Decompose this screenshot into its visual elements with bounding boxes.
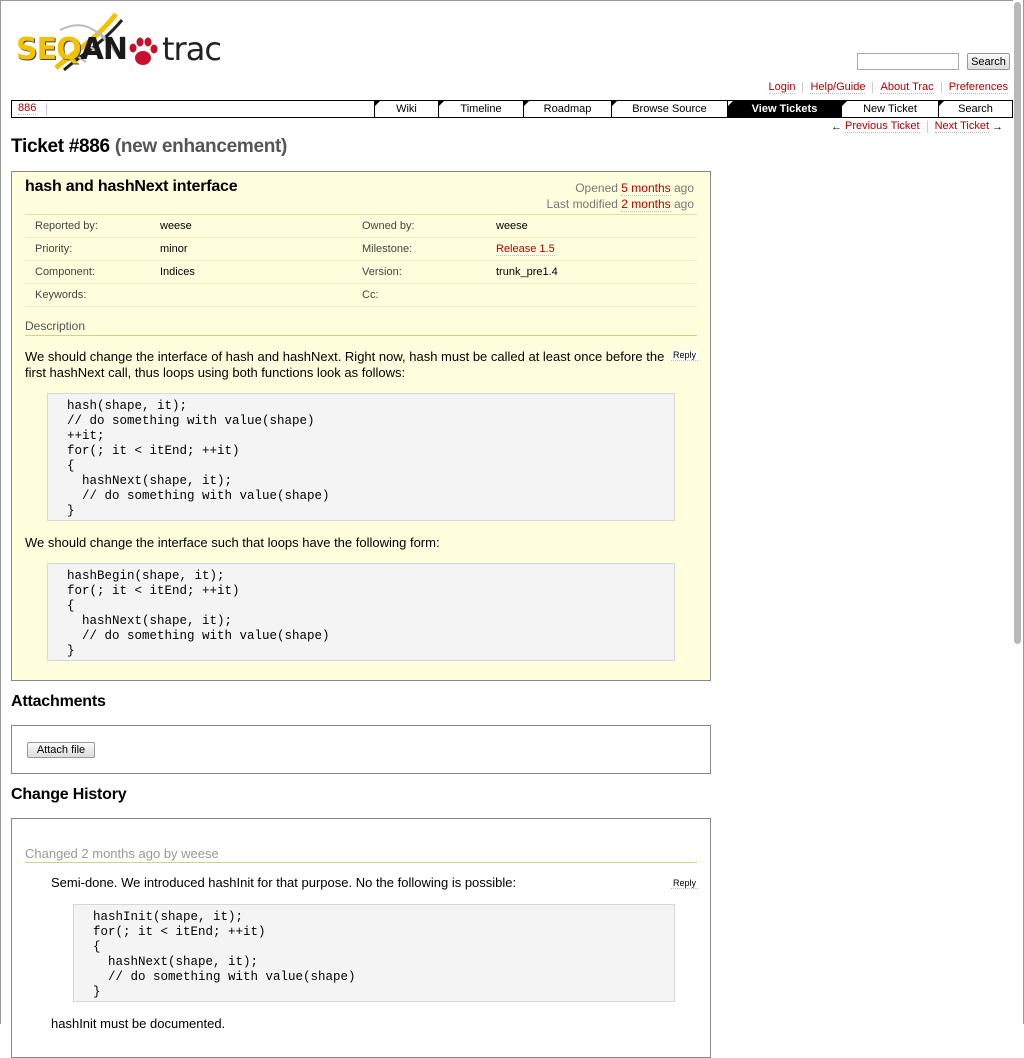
logo-trac-text: trac: [162, 30, 222, 68]
paw-icon: [129, 37, 158, 65]
nav-roadmap[interactable]: Roadmap: [523, 101, 611, 117]
previous-ticket-link[interactable]: Previous Ticket: [845, 120, 920, 133]
reply-change-button[interactable]: Reply: [671, 878, 699, 889]
priority-value: minor: [160, 243, 188, 255]
milestone-link[interactable]: Release 1.5: [496, 243, 555, 256]
reply-description-button[interactable]: Reply: [671, 350, 699, 361]
prop-row: Component: Indices Version: trunk_pre1.4: [25, 261, 697, 284]
right-arrow-icon: →: [992, 120, 1003, 133]
version-value: trunk_pre1.4: [496, 266, 558, 278]
next-ticket-link[interactable]: Next Ticket: [934, 120, 989, 133]
description-paragraph: We should change the interface of hash a…: [25, 349, 665, 380]
change-comment-after: hashInit must be documented.: [51, 1016, 226, 1031]
seqan-trac-logo[interactable]: SEQAN trac: [16, 10, 231, 72]
search-button[interactable]: Search: [967, 53, 1010, 70]
change-time-link[interactable]: 2 months ago: [81, 846, 160, 861]
owner-value: weese: [496, 220, 528, 232]
description-code-block: hash(shape, it); // do something with va…: [47, 393, 675, 521]
ticket-properties: Reported by: weese Owned by: weese Prior…: [25, 214, 697, 307]
component-value: Indices: [160, 266, 195, 278]
change-heading: Changed 2 months ago by weese: [25, 846, 697, 863]
description-paragraph: We should change the interface such that…: [25, 535, 440, 550]
prop-row: Reported by: weese Owned by: weese: [25, 215, 697, 238]
nav-browse-source[interactable]: Browse Source: [611, 101, 727, 117]
attachments-title: Attachments: [11, 693, 106, 710]
description-heading: Description: [25, 319, 697, 336]
scrollbar[interactable]: [1013, 0, 1023, 1024]
logo-seqan-text: SEQAN: [16, 32, 128, 67]
nav-wiki[interactable]: Wiki: [374, 101, 438, 117]
nav-new-ticket[interactable]: New Ticket: [841, 101, 938, 117]
description-code-block: hashBegin(shape, it); for(; it < itEnd; …: [47, 563, 675, 661]
nav-view-tickets[interactable]: View Tickets: [727, 101, 841, 117]
search-input[interactable]: [857, 53, 959, 70]
meta-nav: Login Help/Guide About Trac Preferences: [768, 81, 1008, 94]
ticket-summary: hash and hashNext interface: [25, 178, 238, 195]
page-title: Ticket #886 (new enhancement): [11, 136, 287, 158]
nav-timeline[interactable]: Timeline: [438, 101, 523, 117]
change-comment: Semi-done. We introduced hashInit for th…: [51, 875, 517, 890]
change-history-title: Change History: [11, 786, 127, 803]
change-history-box: Changed 2 months ago by weese Reply Semi…: [11, 818, 711, 1058]
reporter-value: weese: [160, 220, 192, 232]
prop-row: Keywords: Cc:: [25, 284, 697, 307]
ticket-dates: Opened 5 months ago Last modified 2 mont…: [546, 181, 694, 212]
ticket-nav: ← Previous Ticket Next Ticket →: [828, 120, 1006, 133]
ticket-number: Ticket #886: [11, 136, 110, 157]
prop-row: Priority: minor Milestone: Release 1.5: [25, 238, 697, 261]
preferences-link[interactable]: Preferences: [948, 81, 1008, 94]
scroll-thumb[interactable]: [1014, 2, 1021, 644]
left-arrow-icon: ←: [831, 120, 842, 133]
about-trac-link[interactable]: About Trac: [880, 81, 934, 94]
ticket-box: hash and hashNext interface Opened 5 mon…: [11, 171, 711, 681]
attachments-box: Attach file: [11, 725, 711, 774]
ticket-status: (new enhancement): [114, 136, 288, 157]
opened-time-link[interactable]: 5 months: [621, 181, 671, 196]
context-nav[interactable]: 886: [12, 101, 374, 117]
nav-search[interactable]: Search: [938, 101, 1012, 117]
main-nav: 886 Wiki Timeline Roadmap Browse Source …: [11, 100, 1013, 118]
attach-file-button[interactable]: Attach file: [27, 742, 95, 758]
change-code-block: hashInit(shape, it); for(; it < itEnd; +…: [73, 904, 675, 1002]
login-link[interactable]: Login: [768, 81, 796, 94]
help-guide-link[interactable]: Help/Guide: [810, 81, 866, 94]
window-frame-top: [0, 0, 1024, 1]
modified-time-link[interactable]: 2 months: [621, 197, 671, 212]
window-frame-left: [0, 0, 1, 1024]
